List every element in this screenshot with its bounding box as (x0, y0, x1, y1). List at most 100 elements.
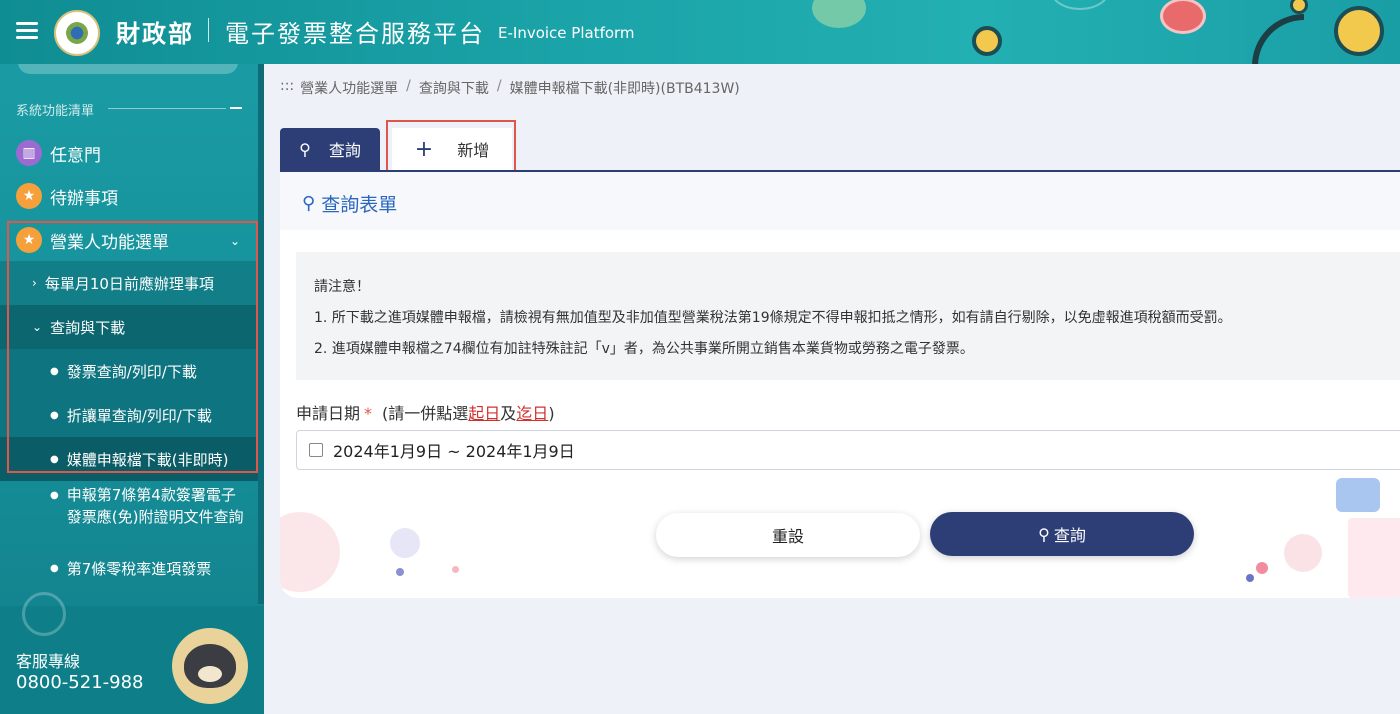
leaf-decoration-icon (812, 0, 866, 28)
bubble-decoration-icon (1284, 534, 1322, 572)
date-hint-prefix: (請一併點選 (382, 404, 469, 423)
bubble-decoration-icon (390, 528, 420, 558)
chat-bubble-decoration-icon (1336, 478, 1380, 512)
bullet-icon: ● (50, 562, 59, 574)
wifi-decoration-icon (1252, 14, 1304, 64)
sidebar-item-monthly-tasks[interactable]: › 每單月10日前應辦理事項 (0, 261, 258, 305)
hotline-number[interactable]: 0800-521-988 (16, 672, 144, 693)
collapse-minus-icon[interactable] (230, 107, 242, 109)
star-icon: ★ (16, 227, 42, 253)
end-date-link: 迄日 (516, 404, 549, 423)
hotline-panel: 客服專線 0800-521-988 (0, 592, 264, 714)
calendar-icon (309, 443, 323, 457)
date-field-label: 申請日期 * (請一併點選起日及迄日) (296, 400, 555, 424)
ministry-logo[interactable] (54, 10, 100, 56)
tab-add[interactable]: + 新增 (392, 128, 512, 170)
notice-line: 1. 所下載之進項媒體申報檔，請檢視有無加值型及非加值型營業稅法第19條規定不得… (314, 310, 1232, 326)
sidebar-item-label: 任意門 (50, 145, 101, 166)
top-header: 財政部 電子發票整合服務平台 E-Invoice Platform (0, 0, 1400, 64)
sidebar-item-media-download[interactable]: ● 媒體申報檔下載(非即時) (0, 437, 258, 481)
sidebar-item-business-menu[interactable]: ★ 營業人功能選單 (16, 227, 169, 253)
search-icon: ⚲ (302, 193, 316, 214)
sidebar-item-label: 申報第7條第4款簽署電子發票應(免)附證明文件查詢 (66, 486, 244, 526)
sidebar-item-label: 每單月10日前應辦理事項 (44, 274, 214, 293)
ticket-decoration-icon (1160, 0, 1206, 34)
breadcrumb-item-current: 媒體申報檔下載(非即時)(BTB413W) (509, 81, 740, 97)
sidebar-item-anydoor[interactable]: ▥ 任意門 (16, 140, 101, 166)
tab-label: 新增 (457, 141, 490, 160)
sidebar-item-invoice-query[interactable]: ● 發票查詢/列印/下載 (0, 349, 258, 393)
coin-decoration-icon (1290, 0, 1308, 14)
breadcrumb-item[interactable]: 營業人功能選單 (300, 78, 398, 98)
hamburger-menu-icon[interactable] (16, 22, 38, 40)
sidebar-item-label: 發票查詢/列印/下載 (66, 362, 197, 381)
reset-button[interactable]: 重設 (656, 513, 920, 557)
bullet-icon: ● (50, 453, 59, 465)
sidebar-item-label: 待辦事項 (50, 188, 118, 209)
search-icon: ⚲ (299, 139, 311, 159)
tab-label: 查詢 (328, 141, 361, 160)
sidebar-item-label: 媒體申報檔下載(非即時) (66, 450, 229, 469)
chevron-down-icon[interactable]: ⌄ (230, 234, 240, 248)
sidebar-item-todo[interactable]: ★ 待辦事項 (16, 183, 118, 209)
query-form-card: ⚲ 查詢表單 請注意！ 1. 所下載之進項媒體申報檔，請檢視有無加值型及非加值型… (280, 172, 1400, 598)
sidebar-scrollbar[interactable] (258, 64, 264, 604)
sidebar-section-label: 系統功能清單 (16, 104, 95, 119)
sidebar-item-zero-tax[interactable]: ● 第7條零稅率進項發票 (0, 546, 258, 590)
chevron-right-icon: › (32, 276, 37, 290)
sidebar-item-label: 營業人功能選單 (50, 232, 169, 253)
breadcrumb: ::: 營業人功能選單 / 查詢與下載 / 媒體申報檔下載(非即時)(BTB41… (280, 78, 740, 98)
bubble-decoration-icon (1050, 0, 1110, 10)
sidebar-item-article7-query[interactable]: ● 申報第7條第4款簽署電子發票應(免)附證明文件查詢 (0, 484, 258, 544)
form-title-text: 查詢表單 (321, 194, 398, 216)
sidebar-item-allowance-query[interactable]: ● 折讓單查詢/列印/下載 (0, 393, 258, 437)
section-divider (108, 108, 226, 109)
header-divider (208, 18, 209, 42)
date-range-input[interactable]: 2024年1月9日 ~ 2024年1月9日 (296, 430, 1400, 470)
brand-title: 財政部 (116, 20, 194, 48)
sidebar-item-query-download[interactable]: ⌄ 查詢與下載 (0, 305, 258, 349)
card-header: ⚲ 查詢表單 (280, 172, 1400, 230)
search-button-label: 查詢 (1053, 526, 1086, 545)
plus-icon: + (414, 136, 434, 162)
dot-decoration-icon (1246, 574, 1254, 582)
date-label-text: 申請日期 (296, 404, 361, 423)
notice-title: 請注意！ (314, 279, 370, 295)
bubble-decoration-icon (280, 512, 340, 592)
required-mark: * (364, 404, 373, 423)
hotline-label: 客服專線 (16, 652, 81, 671)
bubble-decoration-icon (22, 592, 66, 636)
notice-box: 請注意！ 1. 所下載之進項媒體申報檔，請檢視有無加值型及非加值型營業稅法第19… (296, 252, 1400, 380)
breadcrumb-prefix: ::: (280, 78, 295, 94)
bullet-icon: ● (50, 365, 59, 377)
map-icon: ▥ (16, 140, 42, 166)
breadcrumb-separator: / (406, 78, 411, 94)
sidebar: 系統功能清單 ▥ 任意門 ★ 待辦事項 ★ 營業人功能選單 ⌄ › 每單月10日… (0, 64, 264, 714)
coin-decoration-icon (972, 26, 1002, 56)
bullet-icon: ● (50, 490, 59, 501)
date-range-value: 2024年1月9日 ~ 2024年1月9日 (333, 442, 575, 461)
sidebar-item-label: 第7條零稅率進項發票 (66, 559, 212, 578)
platform-title: 電子發票整合服務平台 (225, 20, 485, 48)
search-icon: ⚲ (1038, 524, 1050, 544)
dot-decoration-icon (396, 568, 404, 576)
tab-query[interactable]: ⚲ 查詢 (280, 128, 380, 170)
search-button[interactable]: ⚲ 查詢 (930, 512, 1194, 556)
dot-decoration-icon (452, 566, 459, 573)
dot-decoration-icon (1256, 562, 1268, 574)
chart-decoration-icon (1348, 518, 1400, 598)
breadcrumb-item[interactable]: 查詢與下載 (419, 78, 489, 98)
start-date-link: 起日 (468, 404, 501, 423)
date-hint-mid: 及 (500, 404, 517, 423)
date-hint-suffix: ) (548, 404, 555, 423)
sidebar-item-label: 折讓單查詢/列印/下載 (66, 406, 212, 425)
breadcrumb-separator: / (496, 78, 502, 94)
sidebar-search-input[interactable] (18, 64, 238, 74)
bear-mascot-icon (172, 628, 248, 704)
notice-line: 2. 進項媒體申報檔之74欄位有加註特殊註記「v」者，為公共事業所開立銷售本業貨… (314, 341, 974, 357)
coin-decoration-icon (1334, 6, 1384, 56)
platform-title-en: E-Invoice Platform (498, 24, 635, 42)
bullet-icon: ● (50, 409, 59, 421)
chevron-down-icon: ⌄ (32, 320, 43, 334)
sidebar-item-label: 查詢與下載 (50, 318, 126, 337)
